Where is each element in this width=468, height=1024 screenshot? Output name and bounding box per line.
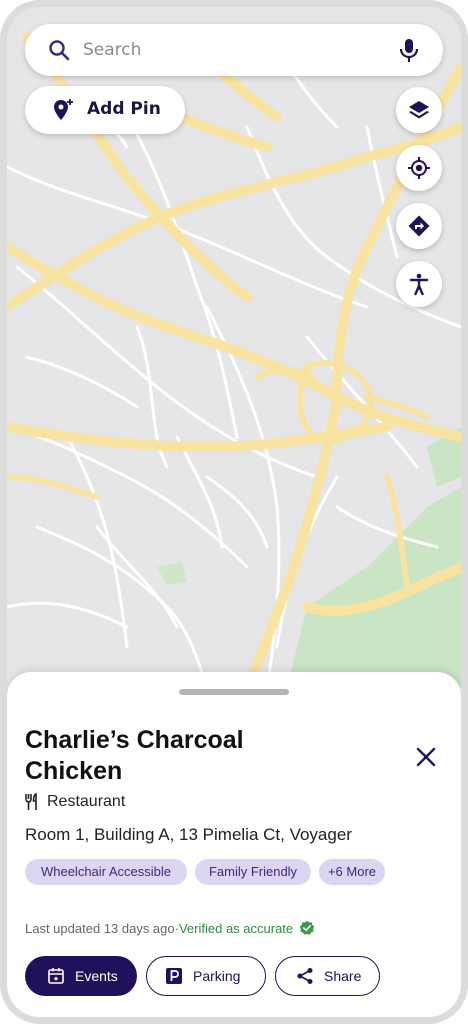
verified-badge-icon (299, 920, 315, 935)
place-name: Charlie’s Charcoal Chicken (25, 726, 244, 785)
restaurant-icon (25, 793, 37, 810)
tag-chip[interactable]: Wheelchair Accessible (25, 859, 187, 885)
events-label: Events (75, 968, 118, 984)
search-input[interactable] (83, 34, 383, 66)
calendar-icon (48, 968, 64, 984)
events-button[interactable]: Events (25, 956, 137, 996)
my-location-button[interactable] (396, 145, 442, 191)
share-icon (297, 968, 313, 984)
parking-icon (166, 968, 182, 984)
last-updated-row: Last updated 13 days ago · Verified as a… (25, 920, 315, 936)
directions-button[interactable] (396, 203, 442, 249)
accessibility-button[interactable] (396, 261, 442, 307)
add-pin-label: Add Pin (87, 99, 161, 119)
place-category-label: Restaurant (47, 793, 126, 810)
search-icon[interactable] (47, 38, 71, 62)
verified-text: Verified as accurate (178, 920, 294, 936)
parking-label: Parking (193, 968, 241, 984)
layers-icon (409, 101, 429, 119)
search-bar[interactable] (25, 24, 443, 76)
tag-chip[interactable]: Family Friendly (195, 859, 311, 885)
place-category: Restaurant (25, 791, 125, 813)
more-tags-chip[interactable]: +6 More (319, 859, 385, 885)
share-label: Share (324, 968, 362, 984)
place-details-sheet: Charlie’s Charcoal Chicken Restaurant Ro… (7, 672, 461, 1017)
layers-button[interactable] (396, 87, 442, 133)
add-pin-button[interactable]: Add Pin (25, 86, 185, 134)
share-button[interactable]: Share (275, 956, 380, 996)
last-updated-text: Last updated 13 days ago (25, 920, 175, 936)
sheet-drag-handle[interactable] (179, 689, 289, 695)
place-address: Room 1, Building A, 13 Pimelia Ct, Voyag… (25, 825, 352, 844)
parking-button[interactable]: Parking (146, 956, 266, 996)
close-icon[interactable] (411, 742, 441, 772)
directions-icon (408, 215, 430, 237)
accessibility-icon (409, 273, 429, 296)
add-location-icon (54, 99, 73, 120)
device-frame: Add Pin Charlie’s Cha (0, 0, 468, 1024)
my-location-icon (408, 157, 430, 179)
microphone-icon[interactable] (397, 37, 421, 63)
